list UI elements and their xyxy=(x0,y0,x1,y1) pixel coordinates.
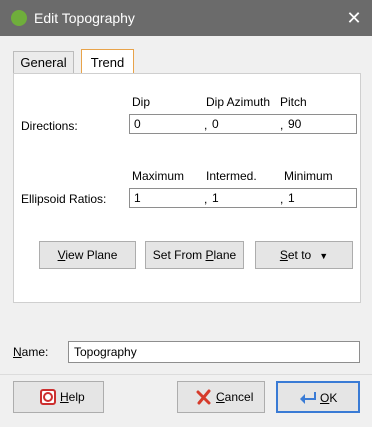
tab-general-label: General xyxy=(20,55,67,70)
app-logo-icon xyxy=(11,10,27,26)
ok-accel: O xyxy=(320,391,330,405)
minimum-value: 1 xyxy=(288,191,295,205)
help-accel: H xyxy=(60,390,69,404)
maximum-header: Maximum xyxy=(132,169,185,183)
trend-panel: Dip Dip Azimuth Pitch Directions: 0 , 0 … xyxy=(13,73,361,303)
set-from-plane-button[interactable]: Set From Plane xyxy=(145,241,244,269)
set-from-plane-label-rest: lane xyxy=(213,248,237,262)
divider xyxy=(0,374,372,375)
set-from-plane-label-pre: Set From xyxy=(152,248,206,262)
help-label: elp xyxy=(68,390,85,404)
separator: , xyxy=(204,118,208,132)
ok-label: K xyxy=(329,391,338,405)
name-label: Name: xyxy=(13,345,48,359)
ellipsoid-ratios-label: Ellipsoid Ratios: xyxy=(21,192,107,206)
tab-general[interactable]: General xyxy=(13,51,74,74)
close-icon[interactable]: ✕ xyxy=(344,8,364,28)
intermed-header: Intermed. xyxy=(206,169,257,183)
dip-azimuth-value: 0 xyxy=(212,117,219,131)
name-accel: N xyxy=(13,345,22,359)
tab-trend-label: Trend xyxy=(90,55,125,70)
minimum-header: Minimum xyxy=(284,169,333,183)
dip-value: 0 xyxy=(134,117,141,131)
title-bar: Edit Topography ✕ xyxy=(0,0,372,36)
set-to-label: et to xyxy=(287,248,312,262)
dip-azimuth-header: Dip Azimuth xyxy=(206,95,271,109)
set-from-plane-accel: P xyxy=(205,248,214,262)
view-plane-label: iew Plane xyxy=(65,248,118,262)
directions-label: Directions: xyxy=(21,119,78,133)
name-input[interactable]: Topography xyxy=(68,341,360,363)
intermed-value: 1 xyxy=(212,191,219,205)
cancel-x-icon xyxy=(196,389,211,405)
directions-field[interactable]: 0 , 0 , 90 xyxy=(129,114,357,134)
maximum-value: 1 xyxy=(134,191,141,205)
ok-arrow-icon xyxy=(300,392,316,404)
set-to-button[interactable]: Set to ▼ xyxy=(255,241,353,269)
ok-button[interactable]: OK xyxy=(276,381,360,413)
name-label-rest: ame: xyxy=(21,345,49,359)
separator: , xyxy=(280,192,284,206)
separator: , xyxy=(204,192,208,206)
tab-trend[interactable]: Trend xyxy=(81,49,134,74)
window-title: Edit Topography xyxy=(34,10,135,26)
ellipsoid-ratios-field[interactable]: 1 , 1 , 1 xyxy=(129,188,357,208)
set-to-accel: S xyxy=(279,248,288,262)
pitch-value: 90 xyxy=(288,117,302,131)
name-value: Topography xyxy=(74,345,137,359)
cancel-accel: C xyxy=(216,390,225,404)
dip-header: Dip xyxy=(132,95,151,109)
help-button[interactable]: Help xyxy=(13,381,104,413)
chevron-down-icon: ▼ xyxy=(319,250,329,261)
separator: , xyxy=(280,118,284,132)
cancel-button[interactable]: Cancel xyxy=(177,381,265,413)
pitch-header: Pitch xyxy=(280,95,307,109)
help-icon xyxy=(40,389,56,405)
view-plane-button[interactable]: View Plane xyxy=(39,241,136,269)
cancel-label: ancel xyxy=(224,390,254,404)
